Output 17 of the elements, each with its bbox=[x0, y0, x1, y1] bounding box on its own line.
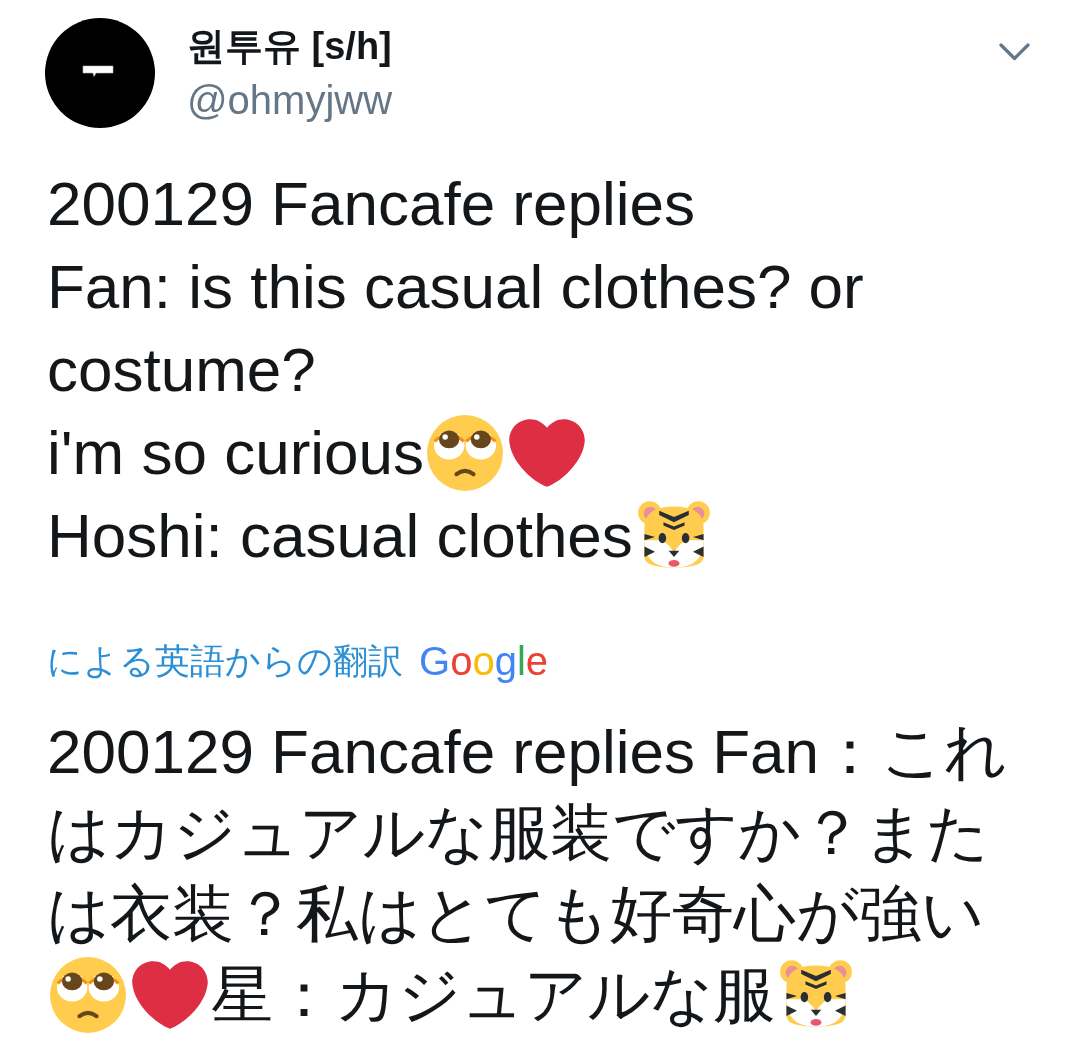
tweet-text: i'm so curious bbox=[47, 416, 425, 489]
translation-label: による英語からの翻訳 bbox=[47, 640, 403, 682]
chevron-down-icon[interactable] bbox=[999, 43, 1030, 61]
translated-text: はカジュアルな服装ですか？また bbox=[47, 796, 989, 869]
translated-text: 200129 Fancafe replies Fan：これ bbox=[47, 715, 1008, 788]
tweet-text: Hoshi: casual clothes bbox=[47, 499, 633, 572]
display-name: 원투유 [s/h] bbox=[187, 24, 392, 69]
pleading-face-icon bbox=[50, 956, 126, 1033]
tweet-text: Fan: is this casual clothes? or bbox=[47, 250, 864, 323]
tweet-text: 200129 Fancafe replies bbox=[47, 167, 695, 240]
user-handle: @ohmyjww bbox=[187, 77, 393, 124]
google-logo: Google bbox=[419, 638, 548, 685]
speech-bubble-icon bbox=[82, 65, 114, 77]
tweet-text: costume? bbox=[47, 333, 316, 406]
pleading-face-icon bbox=[427, 414, 504, 491]
translated-text: 星：カジュアルな服 bbox=[211, 958, 775, 1031]
translated-text: は衣装？私はとても好奇心が強い bbox=[47, 877, 984, 950]
